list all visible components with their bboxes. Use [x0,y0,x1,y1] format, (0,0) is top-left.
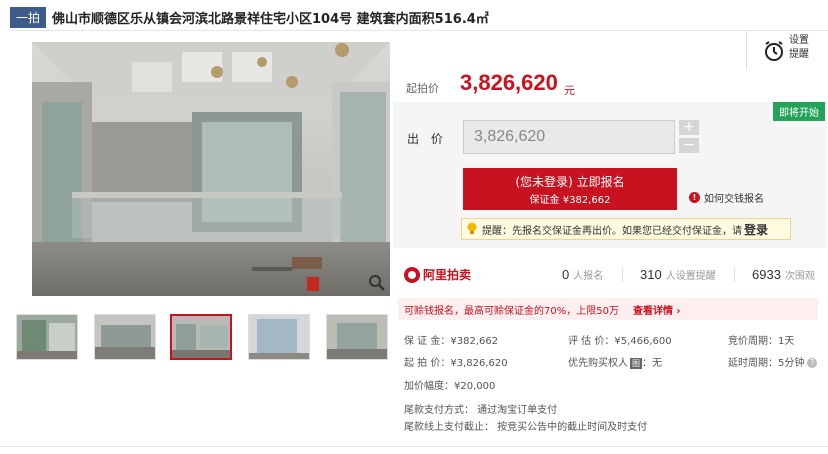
help-icon[interactable]: ? [807,358,818,368]
thumbnail-2[interactable] [94,314,156,360]
how-to-pay-link[interactable]: ! 如何交钱报名 [689,190,764,205]
signups-stat: 0 人报名 [562,267,603,282]
signups-label: 人报名 [573,271,604,282]
stats-row: 阿里拍卖 0 人报名 310 人设置提醒 6933 次围观 [404,262,828,288]
page-title: 佛山市顺德区乐从镇会河滨北路景祥住宅小区104号 建筑套内面积516.4㎡ [52,11,489,27]
views-count: 6933 [752,267,781,282]
signups-count: 0 [562,267,570,282]
bid-cycle-info: 竞价周期：1天 [728,336,795,347]
reminders-label: 人设置提醒 [665,271,716,282]
bottom-divider [0,446,828,447]
auction-round-tag: 一拍 [10,6,47,28]
login-link[interactable]: 登录 [744,221,768,238]
page-title-bar: 一拍 佛山市顺德区乐从镇会河滨北路景祥住宅小区104号 建筑套内面积516.4㎡ [10,6,489,28]
bid-panel: 即将开始 出 价 3,826,620 + − (您未登录) 立即报名 保证金 ¥… [393,102,827,248]
zoom-icon[interactable] [368,274,386,292]
login-tip: 提醒：先报名交保证金再出价。如果您已经交付保证金，请 登录 [461,218,791,240]
balance-payment-method: 尾款支付方式： 通过淘宝订单支付 [404,405,558,416]
credit-text: 可赊钱报名，最高可赊保证金的70%，上限50万 [404,305,619,317]
signup-deposit-label: 保证金 ¥382,662 [529,195,611,206]
thumbnail-5[interactable] [326,314,388,360]
views-label: 次围观 [784,271,815,282]
priority-buyer-label: 优先购买权人 [568,358,628,369]
thumbnail-1[interactable] [16,314,78,360]
how-to-pay-text: 如何交钱报名 [704,194,764,205]
stat-divider [622,268,623,282]
ali-auction-brand: 阿里拍卖 [423,268,472,282]
status-badge: 即将开始 [773,102,825,121]
balance-payment-deadline: 尾款线上支付截止： 按竞买公告中的截止时间及时支付 [404,422,648,433]
delay-cycle-text: 延时周期：5分钟 [728,358,805,369]
thumbnail-strip [16,314,394,364]
tip-text: 提醒：先报名交保证金再出价。如果您已经交付保证金，请 [482,225,742,237]
view-details-link[interactable]: 查看详情 › [633,302,681,317]
bid-price-input[interactable]: 3,826,620 [463,120,675,154]
signup-main-label: (您未登录) 立即报名 [515,175,625,189]
priority-buyer-info: 优先购买权人图：无 [568,354,662,369]
title-divider [10,30,828,31]
start-price-label: 起拍价 [406,82,439,95]
start-price-info: 起 拍 价：¥3,826,620 [404,358,508,369]
decrease-bid-button[interactable]: − [679,138,699,153]
start-price-value: 3,826,620 [460,70,558,95]
signup-button[interactable]: (您未登录) 立即报名 保证金 ¥382,662 [463,168,677,210]
main-property-image[interactable] [32,42,390,296]
price-unit: 元 [564,84,575,97]
increase-bid-button[interactable]: + [679,120,699,135]
credit-signup-bar: 可赊钱报名，最高可赊保证金的70%，上限50万 查看详情 › [398,298,818,320]
appraisal-info: 评 估 价：¥5,466,600 [568,336,672,347]
increment-info: 加价幅度：¥20,000 [404,381,496,392]
views-stat: 6933 次围观 [752,267,815,282]
ali-auction-logo: 阿里拍卖 [404,266,471,283]
reminders-stat: 310 人设置提醒 [640,267,716,282]
thumbnail-4[interactable] [248,314,310,360]
delay-cycle-info: 延时周期：5分钟? [728,354,818,369]
bid-label: 出 价 [407,132,447,146]
priority-buyer-badge[interactable]: 图 [630,358,642,369]
thumbnail-3-selected[interactable] [170,314,232,360]
ali-auction-icon [404,266,420,283]
remind-label: 设置提醒 [789,35,809,60]
set-reminder-button[interactable]: 设置提醒 [746,30,828,70]
alarm-clock-icon [765,41,783,61]
info-icon: ! [689,192,700,203]
deposit-info: 保 证 金：¥382,662 [404,336,499,347]
lightbulb-icon [467,222,477,234]
priority-buyer-value: ：无 [642,358,662,369]
reminders-count: 310 [640,267,662,282]
stat-divider [734,268,735,282]
